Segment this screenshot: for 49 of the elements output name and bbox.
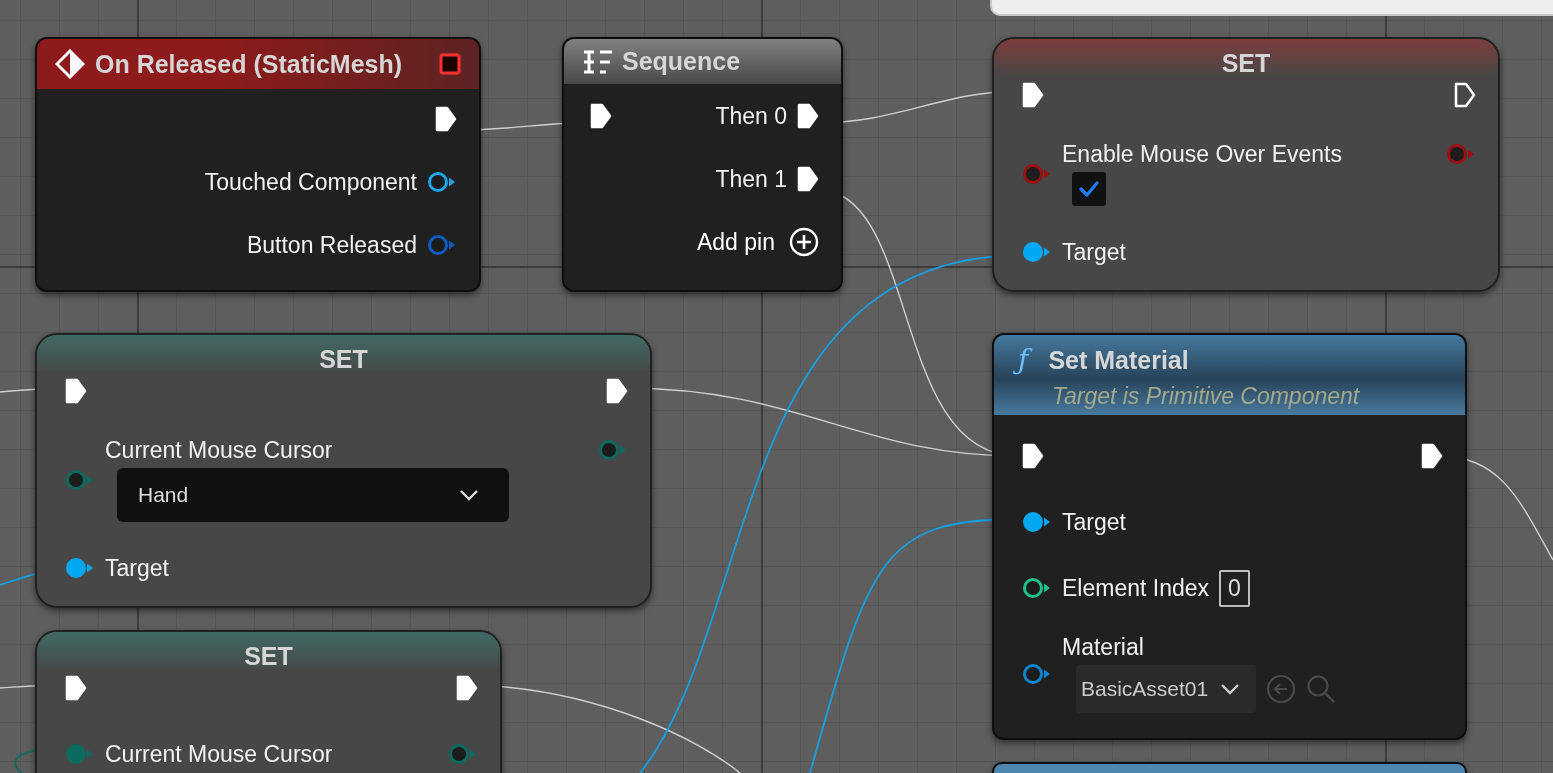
- pin-label: Current Mouse Cursor: [105, 437, 333, 464]
- function-icon: ƒ: [1012, 341, 1035, 379]
- node-title: SET: [1221, 48, 1271, 78]
- pin-label: Target: [1062, 238, 1126, 266]
- data-pin[interactable]: [1022, 662, 1052, 685]
- data-pin[interactable]: [427, 171, 457, 193]
- dropdown[interactable]: Hand: [117, 468, 509, 522]
- plus-circle-icon: [789, 227, 819, 257]
- exec-pin[interactable]: [590, 103, 612, 129]
- exec-pin[interactable]: [435, 106, 457, 132]
- node-title: SET: [319, 344, 368, 374]
- pin-label: Element Index: [1062, 574, 1210, 602]
- pin-label: Target: [105, 554, 169, 582]
- exec-pin[interactable]: [797, 103, 819, 129]
- node-title: SET: [244, 641, 293, 671]
- exec-pin[interactable]: [797, 166, 819, 192]
- pin-label: Current Mouse Cursor: [105, 740, 333, 768]
- exec-pin[interactable]: [1421, 443, 1443, 469]
- data-pin[interactable]: [1022, 577, 1052, 599]
- data-pin[interactable]: [65, 557, 95, 579]
- pin-label: Material: [1062, 634, 1144, 661]
- exec-pin[interactable]: [65, 675, 87, 701]
- chevron-icon: [459, 489, 479, 501]
- node-title: Set Material: [1048, 345, 1189, 375]
- data-pin[interactable]: [1022, 511, 1052, 533]
- add-pin-button[interactable]: Add pin: [697, 227, 819, 257]
- pin-label: Then 0: [715, 102, 787, 130]
- data-pin[interactable]: [1022, 241, 1052, 263]
- checkbox[interactable]: [1072, 172, 1106, 206]
- node-title: Sequence: [622, 47, 741, 76]
- exec-pin[interactable]: [456, 675, 478, 701]
- exec-pin[interactable]: [1454, 82, 1476, 108]
- chevron-icon: [1220, 683, 1241, 695]
- number-field[interactable]: 0: [1219, 569, 1250, 607]
- exec-pin[interactable]: [606, 378, 628, 404]
- asset-dropdown[interactable]: BasicAsset01: [1076, 665, 1257, 713]
- pin-label: Button Released: [246, 231, 417, 259]
- exec-pin[interactable]: [65, 378, 87, 404]
- pin-label: Touched Component: [204, 168, 417, 196]
- pin-label: Then 1: [715, 165, 787, 193]
- diamond-icon: [55, 49, 85, 79]
- check-icon: [1078, 180, 1100, 198]
- node-title: On Released (StaticMesh): [95, 49, 403, 79]
- exec-pin[interactable]: [1022, 82, 1044, 108]
- node-subtitle: Target is Primitive Component: [1051, 383, 1361, 410]
- exec-pin[interactable]: [1022, 443, 1044, 469]
- pin-label: Target: [1062, 508, 1126, 536]
- square-pin-icon: [439, 53, 461, 75]
- pin-label: Enable Mouse Over Events: [1062, 141, 1342, 168]
